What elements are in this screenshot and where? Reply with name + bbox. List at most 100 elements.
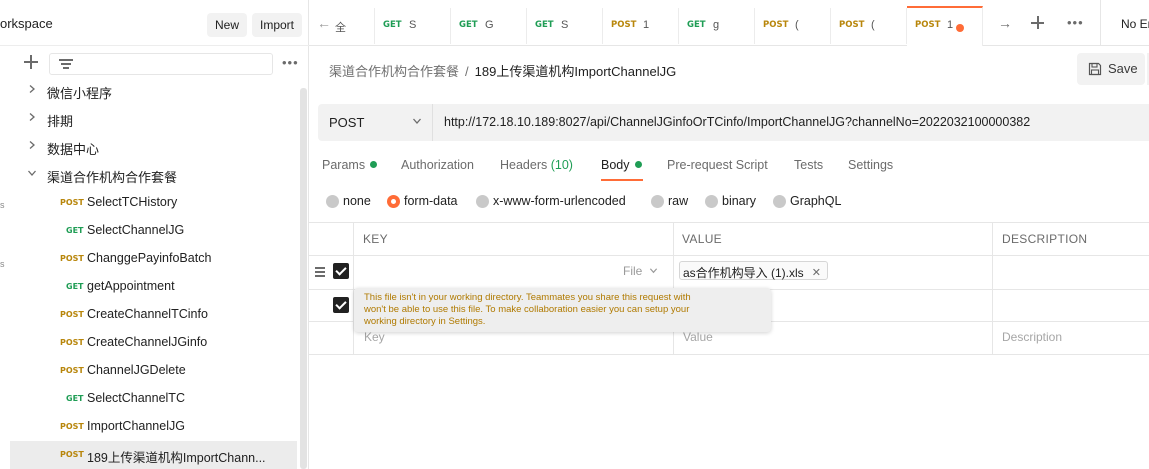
folder-label: 排期 xyxy=(47,114,74,129)
active-tab-indicator xyxy=(601,179,643,181)
request-tab-active[interactable]: POST 1 xyxy=(907,6,983,46)
tab-method: POST xyxy=(839,20,865,30)
description-input[interactable]: Description xyxy=(1002,330,1062,344)
value-input[interactable]: Value xyxy=(683,330,713,344)
tab-method: POST xyxy=(763,20,789,30)
tab-label: g xyxy=(713,19,720,31)
drag-handle-icon[interactable] xyxy=(315,267,325,277)
tab-tests[interactable]: Tests xyxy=(794,158,823,172)
tab-method: GET xyxy=(459,20,478,30)
sidebar-scrollbar[interactable] xyxy=(300,88,307,469)
request-label: CreateChannelTCinfo xyxy=(87,307,208,321)
folder-item[interactable]: 排期 xyxy=(10,105,297,133)
tab-params-label: Params xyxy=(322,158,366,172)
request-item-active[interactable]: POST 189上传渠道机构ImportChann... xyxy=(10,441,297,469)
request-tab[interactable]: POST ( xyxy=(831,8,907,44)
radio-circle xyxy=(326,195,339,208)
workspace-header: orkspace New Import xyxy=(0,0,309,46)
tab-settings[interactable]: Settings xyxy=(848,158,893,172)
table-border xyxy=(992,222,993,355)
request-tab[interactable]: 全 xyxy=(309,8,375,44)
close-icon[interactable]: ✕ xyxy=(812,266,821,279)
more-options-icon[interactable]: ••• xyxy=(1067,15,1084,30)
folder-item[interactable]: 微信小程序 xyxy=(10,77,297,105)
table-border xyxy=(309,354,1149,355)
headers-count: (10) xyxy=(550,158,573,172)
table-border xyxy=(353,222,354,355)
request-item[interactable]: GET SelectChannelTC xyxy=(10,385,297,413)
request-item[interactable]: POST ChanggePayinfoBatch xyxy=(10,245,297,273)
radio-label: raw xyxy=(668,194,689,208)
filter-input[interactable] xyxy=(49,53,273,75)
method-badge: GET xyxy=(66,226,84,235)
folder-item-expanded[interactable]: 渠道合作机构合作套餐 xyxy=(10,161,297,189)
request-tab[interactable]: POST ( xyxy=(755,8,831,44)
breadcrumb-separator: / xyxy=(465,64,469,79)
tab-authorization[interactable]: Authorization xyxy=(401,158,474,172)
environment-select[interactable]: No En xyxy=(1100,0,1149,46)
request-item[interactable]: POST ImportChannelJG xyxy=(10,413,297,441)
save-button[interactable]: Save xyxy=(1077,53,1145,85)
save-label: Save xyxy=(1108,61,1138,76)
column-header-key: KEY xyxy=(363,232,388,246)
method-badge: POST xyxy=(60,366,84,375)
file-chip[interactable]: as合作机构导入 (1).xls ✕ xyxy=(679,261,828,280)
request-tab[interactable]: GET S xyxy=(527,8,603,44)
tab-label: S xyxy=(561,19,569,31)
chevron-down-icon xyxy=(649,268,657,274)
tab-prerequest-script[interactable]: Pre-request Script xyxy=(667,158,768,172)
plus-icon[interactable] xyxy=(1031,16,1044,29)
request-item[interactable]: POST CreateChannelJGinfo xyxy=(10,329,297,357)
method-badge: POST xyxy=(60,198,84,207)
request-item[interactable]: GET SelectChannelJG xyxy=(10,217,297,245)
radio-circle-selected xyxy=(387,195,400,208)
request-tab[interactable]: GET g xyxy=(679,8,755,44)
request-label: ImportChannelJG xyxy=(87,419,185,433)
url-text: http://172.18.10.189:8027/api/ChannelJGi… xyxy=(444,115,1031,129)
active-dot-icon xyxy=(634,161,642,168)
method-badge: POST xyxy=(60,338,84,347)
request-item[interactable]: POST ChannelJGDelete xyxy=(10,357,297,385)
request-tab[interactable]: POST 1 xyxy=(603,8,679,44)
breadcrumb-current[interactable]: 189上传渠道机构ImportChannelJG xyxy=(475,64,677,79)
method-select[interactable]: POST xyxy=(318,104,433,141)
request-label: CreateChannelJGinfo xyxy=(87,335,208,349)
tab-method: POST xyxy=(915,20,941,30)
breadcrumb-parent[interactable]: 渠道合作机构合作套餐 xyxy=(329,64,459,79)
request-tab[interactable]: GET G xyxy=(451,8,527,44)
more-options-icon[interactable]: ••• xyxy=(282,55,299,70)
plus-icon[interactable] xyxy=(24,55,38,69)
tab-body[interactable]: Body xyxy=(601,158,642,172)
column-header-value: VALUE xyxy=(682,232,722,246)
row-checkbox[interactable] xyxy=(333,297,349,313)
active-dot-icon xyxy=(370,161,378,168)
tab-params[interactable]: Params xyxy=(322,158,378,172)
table-border xyxy=(309,222,1149,223)
import-button[interactable]: Import xyxy=(252,13,302,37)
radio-circle xyxy=(705,195,718,208)
request-item[interactable]: POST CreateChannelTCinfo xyxy=(10,301,297,329)
row-checkbox[interactable] xyxy=(333,263,349,279)
tooltip-line: won't be able to use this file. To make … xyxy=(364,304,690,315)
key-input[interactable]: Key xyxy=(364,330,385,344)
tab-headers[interactable]: Headers (10) xyxy=(500,158,573,172)
request-label: SelectChannelTC xyxy=(87,391,185,405)
request-item[interactable]: POST SelectTCHistory xyxy=(10,189,297,217)
method-badge: GET xyxy=(66,282,84,291)
tab-headers-label: Headers xyxy=(500,158,548,172)
new-button[interactable]: New xyxy=(207,13,247,37)
sidebar: orkspace New Import ••• 微信小程序 排期 数据中心 渠道… xyxy=(0,0,309,469)
request-tab[interactable]: GET S xyxy=(375,8,451,44)
arrow-right-icon[interactable]: → xyxy=(998,15,1012,31)
tooltip-line: working directory in Settings. xyxy=(364,316,486,327)
file-name: as合作机构导入 (1).xls xyxy=(683,266,804,280)
chevron-down-icon xyxy=(28,170,36,176)
radio-label: GraphQL xyxy=(790,194,842,208)
tab-label: S xyxy=(409,19,417,31)
environment-label: No En xyxy=(1121,17,1149,31)
url-input[interactable]: http://172.18.10.189:8027/api/ChannelJGi… xyxy=(433,104,1149,141)
key-type-select[interactable]: File xyxy=(623,264,658,278)
folder-item[interactable]: 数据中心 xyxy=(10,133,297,161)
chevron-right-icon xyxy=(29,85,35,93)
request-item[interactable]: GET getAppointment xyxy=(10,273,297,301)
